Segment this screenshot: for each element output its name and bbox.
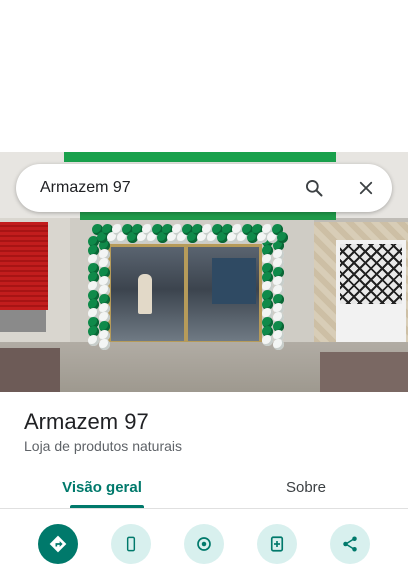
tab-divider (0, 508, 408, 509)
tab-about[interactable]: Sobre (204, 466, 408, 508)
store-shelf (212, 258, 256, 304)
add-photo-icon (268, 524, 286, 558)
tab-bar: Visão geral Sobre (0, 466, 408, 508)
share-icon (341, 524, 359, 558)
search-bar[interactable]: Armazem 97 (16, 164, 392, 212)
balloon (88, 335, 99, 346)
share-button[interactable] (330, 524, 370, 564)
phone-icon (123, 524, 139, 557)
storefront-sign (64, 152, 336, 162)
balloon (262, 335, 273, 346)
place-title: Armazem 97 (24, 409, 149, 434)
call-button[interactable] (111, 524, 151, 564)
add-photo-button[interactable] (257, 524, 297, 564)
action-row (0, 514, 408, 564)
balloon (277, 232, 288, 243)
save-place-icon (195, 524, 213, 558)
search-icon[interactable] (294, 168, 334, 208)
save-button[interactable] (184, 524, 224, 564)
map-blank-area (0, 0, 408, 152)
balloon (273, 339, 284, 350)
directions-button[interactable] (38, 524, 78, 564)
neighbor-red-shutter (0, 222, 48, 310)
balloon (99, 339, 110, 350)
directions-icon (48, 524, 68, 559)
person-in-store (138, 274, 152, 314)
place-category[interactable]: Loja de produtos naturais (24, 436, 182, 456)
search-query[interactable]: Armazem 97 (40, 179, 294, 197)
tab-overview[interactable]: Visão geral (0, 466, 204, 508)
close-icon[interactable] (346, 168, 386, 208)
